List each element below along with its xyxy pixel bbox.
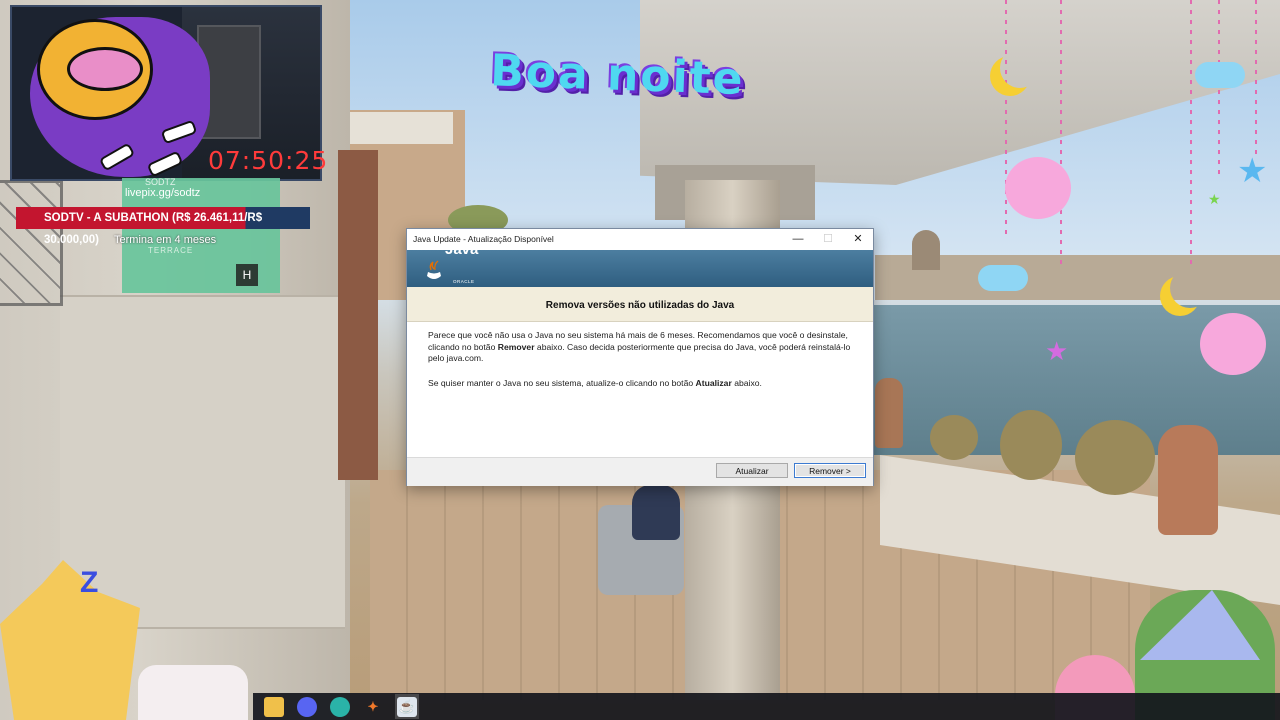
hotel-logo: H: [236, 264, 258, 286]
seated-person: [632, 485, 680, 540]
star-icon: ★: [1208, 191, 1221, 207]
hanging-string: [1060, 0, 1062, 270]
dialog-paragraph-remove: Parece que você não usa o Java no seu si…: [428, 330, 858, 365]
brick-pillar: [338, 150, 378, 480]
update-button[interactable]: Atualizar: [716, 463, 788, 478]
moon-icon: [1000, 48, 1040, 88]
sheep-icon: [1005, 157, 1071, 219]
tree: [930, 415, 978, 460]
oracle-logo-text: ORACLE: [453, 279, 475, 284]
paragraph2-before: Se quiser manter o Java no seu sistema, …: [428, 378, 696, 388]
java-logo-text: Java: [445, 241, 479, 258]
file-explorer-icon[interactable]: [264, 697, 284, 717]
dialog-title: Java Update - Atualização Disponível: [413, 234, 554, 244]
subathon-banner: SODTV - A SUBATHON (R$ 26.461,11/R$ 30.0…: [16, 207, 310, 246]
star-icon: ★: [1237, 152, 1268, 190]
tree: [1000, 410, 1062, 480]
minimize-button[interactable]: —: [784, 229, 812, 250]
paragraph2-after: abaixo.: [731, 378, 762, 388]
paragraph2-bold: Atualizar: [695, 378, 732, 388]
maximize-button[interactable]: ☐: [814, 229, 842, 250]
star-icon: ★: [1045, 336, 1069, 366]
boa-noite-greeting: Boa noite: [489, 45, 746, 106]
stream-timer: 07:50:25: [208, 146, 329, 175]
edge-icon[interactable]: [330, 697, 350, 717]
stone-block: [60, 295, 345, 629]
pixel-cat-icon: [138, 665, 248, 720]
building-balustrade: [338, 112, 453, 144]
handle-partial: SODTZ: [145, 177, 176, 187]
remove-button[interactable]: Remover >: [794, 463, 866, 478]
java-update-dialog: Java Update - Atualização Disponível — ☐…: [406, 228, 874, 486]
java-update-icon[interactable]: ☕: [397, 697, 417, 717]
app-orange-icon[interactable]: ✦: [363, 697, 383, 717]
subathon-ends: Termina em 4 meses: [114, 234, 217, 246]
close-button[interactable]: ✕: [844, 229, 872, 250]
hanging-string: [1190, 0, 1192, 270]
moon-icon: [1170, 268, 1210, 308]
hanging-string: [1218, 0, 1220, 180]
dialog-headline: Remova versões não utilizadas do Java: [545, 300, 735, 311]
hanging-string: [1005, 0, 1007, 240]
dog-nose: [67, 47, 143, 91]
cloud-icon: [978, 265, 1028, 291]
discord-icon[interactable]: [297, 697, 317, 717]
paragraph1-bold: Remover: [497, 341, 535, 352]
stone-urn: [1158, 425, 1218, 535]
sheep-icon: [1200, 313, 1266, 375]
zzz-icon: Z: [80, 566, 99, 599]
cloud-icon: [1195, 62, 1245, 88]
terrace-sign: TERRACE: [148, 246, 194, 255]
hanging-string: [1255, 0, 1257, 160]
stone-urn: [875, 378, 903, 448]
tree: [1075, 420, 1155, 495]
parliament-dome: [912, 230, 940, 270]
dialog-paragraph-update: Se quiser manter o Java no seu sistema, …: [428, 378, 858, 388]
livepix-url: livepix.gg/sodtz: [125, 187, 201, 199]
livepix-link: SODTZ livepix.gg/sodtz: [125, 177, 201, 199]
